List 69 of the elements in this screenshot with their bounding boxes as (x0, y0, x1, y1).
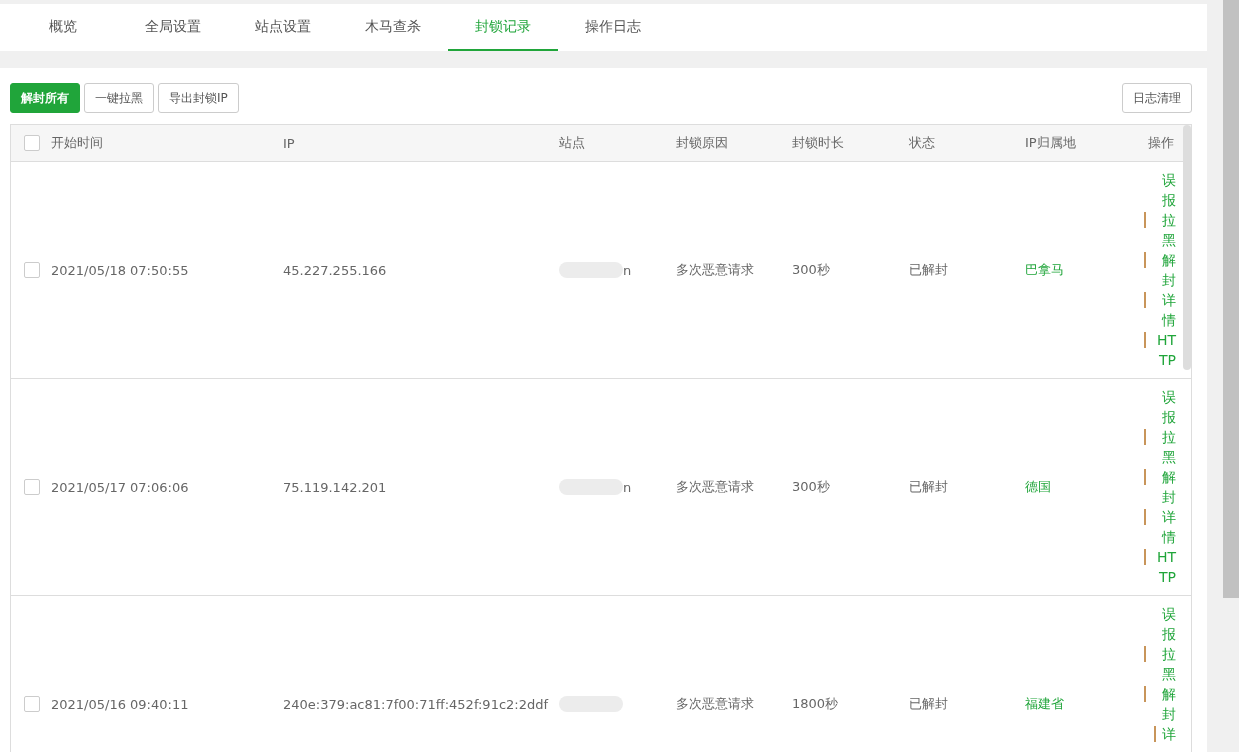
action-link[interactable]: HTTP (1152, 547, 1176, 587)
column-header: 操作 (1148, 134, 1175, 152)
table-cell-text: 2021/05/18 07:50:55 (51, 262, 190, 278)
action-link[interactable]: 解封 (1152, 684, 1176, 724)
select-all-checkbox[interactable] (24, 135, 40, 151)
table-cell-text: 240e:379:ac81:7f00:71ff:452f:91c2:2ddf (283, 696, 550, 712)
separator (1144, 686, 1146, 702)
action-link[interactable]: 详 (1162, 724, 1176, 744)
action-link[interactable]: 拉黑 (1152, 427, 1176, 467)
unblock-all-button[interactable]: 解封所有 (10, 83, 80, 113)
table-cell-text: 多次恶意请求 (676, 261, 755, 279)
column-header: 开始时间 (51, 134, 103, 152)
column-header: 站点 (559, 134, 585, 152)
tab[interactable]: 木马查杀 (338, 4, 448, 51)
tab[interactable]: 操作日志 (558, 4, 668, 51)
toolbar-button[interactable]: 导出封锁IP (158, 83, 239, 113)
tab[interactable]: 封锁记录 (448, 4, 558, 51)
column-header: 封锁时长 (792, 134, 844, 152)
separator (1144, 509, 1146, 525)
table-cell-text: 德国 (1025, 478, 1052, 496)
separator (1144, 332, 1146, 348)
tab[interactable]: 站点设置 (228, 4, 338, 51)
action-link[interactable]: 详情 (1152, 507, 1176, 547)
action-link[interactable]: 拉黑 (1152, 210, 1176, 250)
tab[interactable]: 全局设置 (118, 4, 228, 51)
table-cell-text: 300秒 (792, 261, 831, 279)
separator (1144, 252, 1146, 268)
table-cell-text: 多次恶意请求 (676, 695, 755, 713)
toolbar-button[interactable]: 一键拉黑 (84, 83, 154, 113)
row-checkbox[interactable] (24, 479, 40, 495)
separator (1144, 292, 1146, 308)
table-cell-text: 巴拿马 (1025, 261, 1065, 279)
separator (1144, 646, 1146, 662)
separator (1144, 549, 1146, 565)
action-link[interactable]: 详情 (1152, 290, 1176, 330)
action-link[interactable]: 误报 (1152, 170, 1176, 210)
separator (1144, 212, 1146, 228)
column-header: IP归属地 (1025, 134, 1076, 152)
scrollbar[interactable] (1223, 0, 1239, 598)
table-cell-text: 300秒 (792, 478, 831, 496)
table-cell-text: 75.119.142.201 (283, 479, 388, 495)
scrollbar[interactable] (1183, 125, 1191, 370)
row-checkbox[interactable] (24, 262, 40, 278)
table-cell-text: 多次恶意请求 (676, 478, 755, 496)
action-link[interactable]: 误报 (1152, 387, 1176, 427)
table-cell-text: 已解封 (909, 478, 949, 496)
action-link[interactable]: 解封 (1152, 467, 1176, 507)
action-link[interactable]: 解封 (1152, 250, 1176, 290)
table-cell-text: 已解封 (909, 261, 949, 279)
table-cell-text: 2021/05/16 09:40:11 (51, 696, 190, 712)
tab[interactable]: 概览 (8, 4, 118, 51)
table-cell: n (623, 479, 632, 495)
action-link[interactable]: 拉黑 (1152, 644, 1176, 684)
separator (1144, 429, 1146, 445)
table-cell-text: 福建省 (1025, 695, 1065, 713)
table-cell: n (623, 262, 632, 278)
column-header: 状态 (909, 134, 935, 152)
clear-log-button[interactable]: 日志清理 (1122, 83, 1192, 113)
column-header: 封锁原因 (676, 134, 728, 152)
table-cell-text: 45.227.255.166 (283, 262, 388, 278)
action-link[interactable]: 误报 (1152, 604, 1176, 644)
table-cell-text: 1800秒 (792, 695, 840, 713)
row-checkbox[interactable] (24, 696, 40, 712)
separator (1144, 469, 1146, 485)
action-link[interactable]: HTTP (1152, 330, 1176, 370)
column-header: IP (283, 135, 295, 151)
table-cell-text: 已解封 (909, 695, 949, 713)
separator (1154, 726, 1156, 742)
table-cell-text: 2021/05/17 07:06:06 (51, 479, 190, 495)
